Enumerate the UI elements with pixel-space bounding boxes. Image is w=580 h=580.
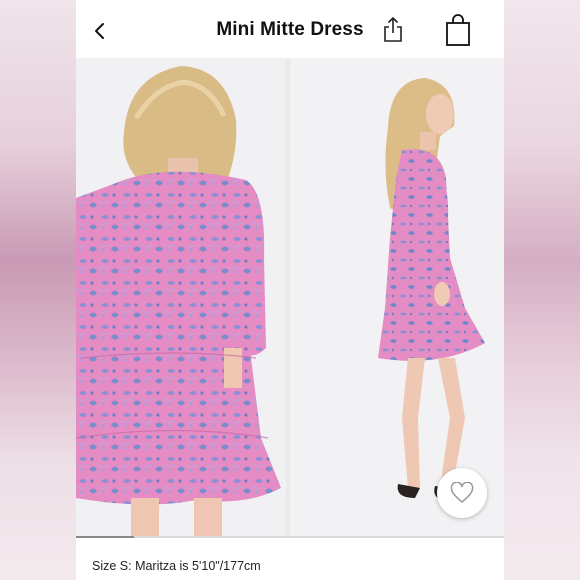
share-button[interactable] xyxy=(381,16,405,44)
blurred-backdrop-left xyxy=(0,0,76,580)
top-navigation-bar: Mini Mitte Dress xyxy=(76,0,504,58)
blurred-backdrop-right xyxy=(504,0,580,580)
model-size-note: Size S: Maritza is 5'10"/177cm xyxy=(92,559,261,573)
gallery-scroll-indicator xyxy=(76,536,504,538)
product-screen: Mini Mitte Dress Size S: Maritza is 5'10… xyxy=(76,0,504,580)
heart-icon xyxy=(450,482,474,503)
share-icon xyxy=(384,17,402,42)
page-title: Mini Mitte Dress xyxy=(216,19,364,40)
shopping-bag-button[interactable] xyxy=(445,14,471,46)
product-image-gallery[interactable] xyxy=(76,58,504,536)
favorite-button[interactable] xyxy=(437,468,487,518)
shopping-bag-icon xyxy=(446,14,470,46)
product-photo-back-view[interactable] xyxy=(76,58,286,536)
gallery-scroll-thumb xyxy=(76,536,134,538)
product-photo-side-view[interactable] xyxy=(290,58,504,536)
